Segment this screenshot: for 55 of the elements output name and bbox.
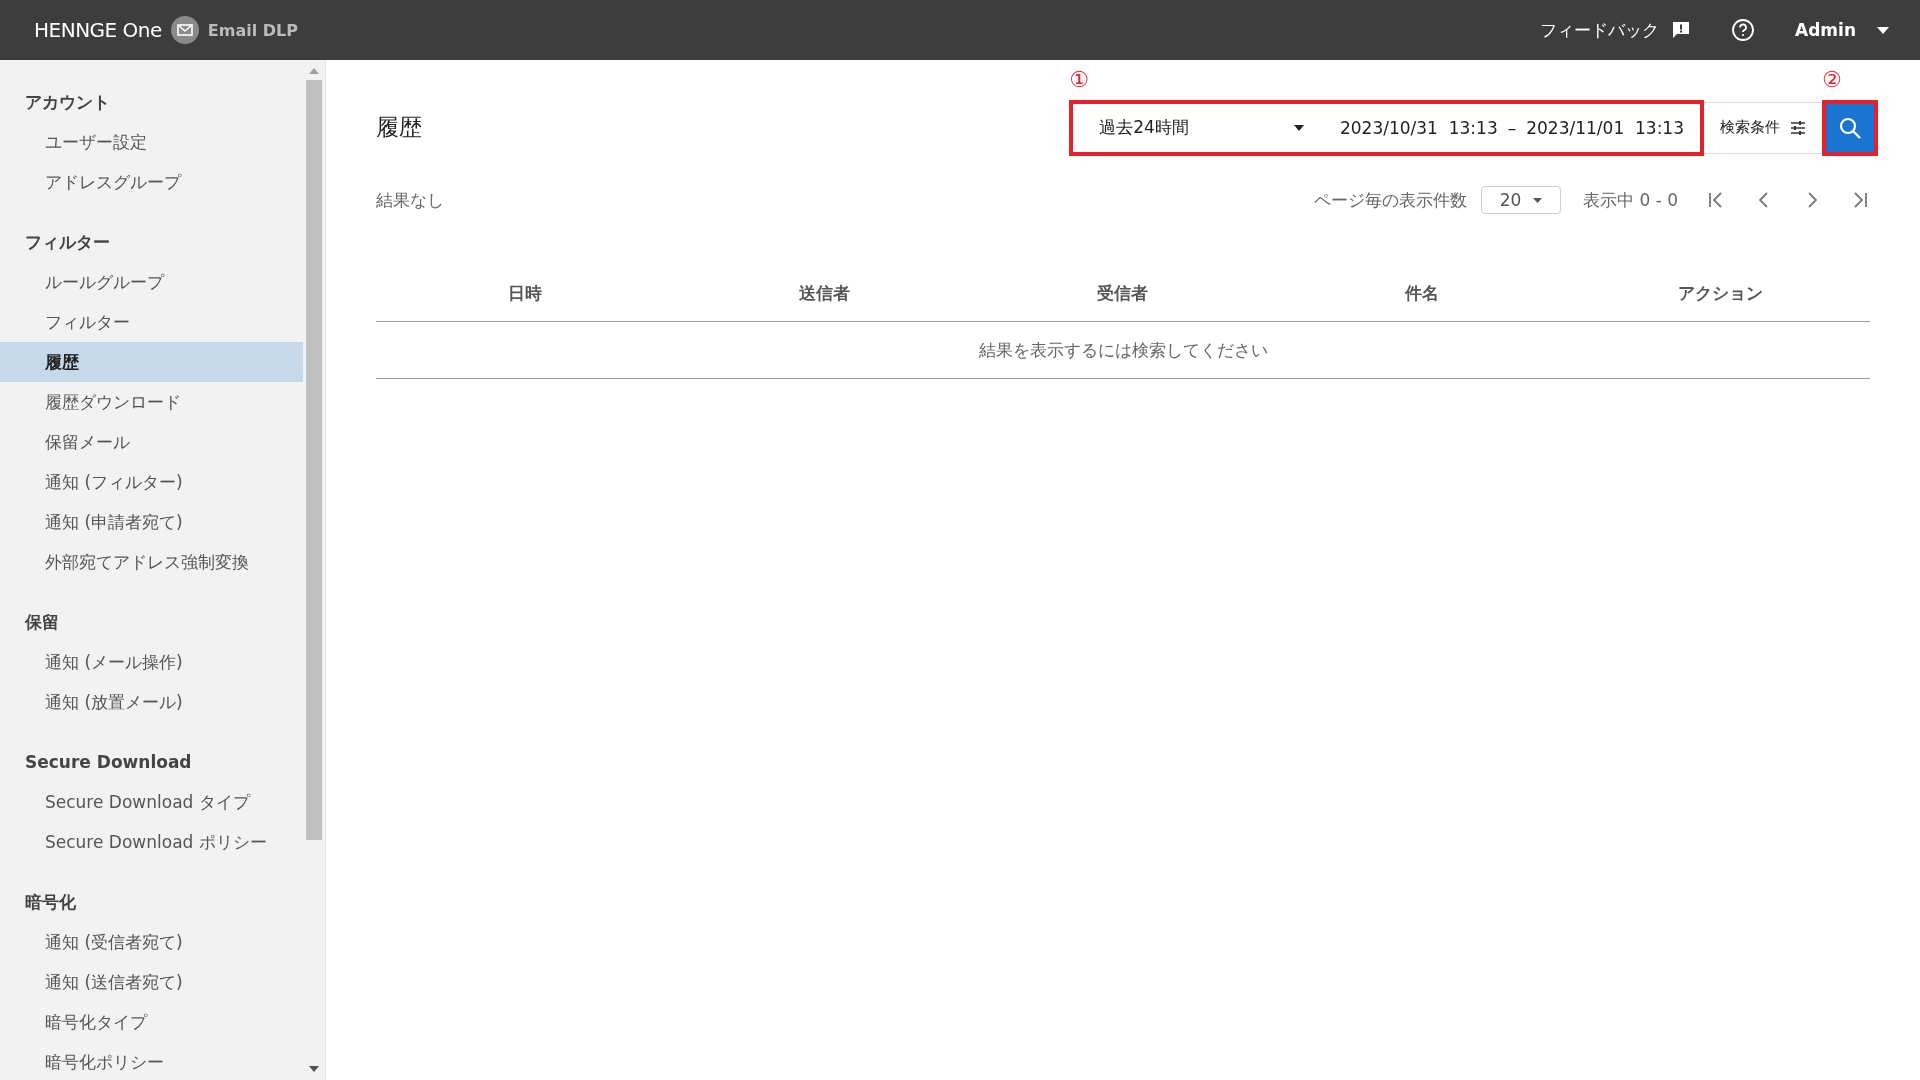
sidebar-item[interactable]: 暗号化タイプ	[0, 1002, 303, 1042]
range-start: 2023/10/31 13:13	[1339, 117, 1498, 138]
section-heading: 保留	[24, 611, 60, 634]
feedback-icon	[1671, 20, 1691, 40]
page-title: 履歴	[376, 113, 422, 142]
section-heading: フィルター	[24, 231, 111, 254]
sidebar-item[interactable]: 履歴ダウンロード	[0, 382, 303, 422]
sliders-icon	[1790, 120, 1806, 135]
sidebar-item[interactable]: フィルター	[0, 302, 303, 342]
sidebar-item[interactable]: 通知 (受信者宛て)	[0, 922, 303, 962]
help-icon[interactable]	[1731, 18, 1755, 42]
sidebar-item[interactable]: 通知 (申請者宛て)	[0, 502, 303, 542]
per-page-label: ページ毎の表示件数	[1314, 188, 1467, 212]
sidebar-item[interactable]: 暗号化ポリシー	[0, 1042, 303, 1080]
showing-range: 表示中 0 - 0	[1583, 188, 1678, 212]
user-menu[interactable]: Admin	[1795, 20, 1890, 40]
sidebar-item[interactable]: 保留メール	[0, 422, 303, 462]
sidebar-item[interactable]: 外部宛てアドレス強制変換	[0, 542, 303, 582]
annotation-number: ①	[1069, 66, 1090, 92]
search-icon	[1838, 115, 1862, 140]
column-header: アクション	[1677, 281, 1765, 305]
logo: HENNGE One	[34, 18, 162, 42]
column-header: 件名	[1403, 281, 1440, 305]
section-heading: 暗号化	[24, 891, 77, 914]
search-conditions-button[interactable]: 検索条件	[1704, 101, 1822, 154]
caret-icon	[1533, 197, 1543, 203]
envelope-icon	[169, 15, 200, 45]
sidebar-item[interactable]: 通知 (メール操作)	[0, 642, 303, 682]
product-name: Email DLP	[207, 20, 298, 40]
sidebar-item[interactable]: アドレスグループ	[0, 162, 303, 202]
feedback-button[interactable]: フィードバック	[1540, 18, 1691, 42]
sidebar-item[interactable]: Secure Download ポリシー	[0, 822, 303, 862]
caret-icon	[1876, 25, 1890, 35]
sidebar-item[interactable]: ユーザー設定	[0, 122, 303, 162]
sidebar-item[interactable]: 通知 (送信者宛て)	[0, 962, 303, 1002]
sidebar-item[interactable]: ルールグループ	[0, 262, 303, 302]
result-summary: 結果なし	[376, 188, 444, 212]
scroll-down-icon[interactable]	[309, 1066, 319, 1072]
section-heading: アカウント	[24, 91, 111, 114]
sidebar-item[interactable]: 通知 (フィルター)	[0, 462, 303, 502]
sidebar-item[interactable]: 履歴	[0, 342, 303, 382]
range-end: 2023/11/01 13:13	[1526, 117, 1684, 138]
range-separator: –	[1507, 117, 1517, 138]
caret-icon	[1293, 124, 1304, 131]
sidebar-item[interactable]: 通知 (放置メール)	[0, 682, 303, 722]
annotation-number: ②	[1822, 66, 1842, 92]
sidebar-item[interactable]: Secure Download タイプ	[0, 782, 303, 822]
section-heading: Secure Download	[24, 751, 193, 774]
column-header: 送信者	[797, 281, 851, 305]
column-header: 受信者	[1096, 281, 1150, 305]
per-page-dropdown[interactable]: 20	[1481, 186, 1561, 214]
scroll-up-icon[interactable]	[309, 68, 319, 74]
column-header: 日時	[507, 281, 544, 305]
date-range-field[interactable]: 2023/10/31 13:13 – 2023/11/01 13:13	[1317, 117, 1700, 138]
empty-message: 結果を表示するには検索してください	[376, 322, 1870, 379]
